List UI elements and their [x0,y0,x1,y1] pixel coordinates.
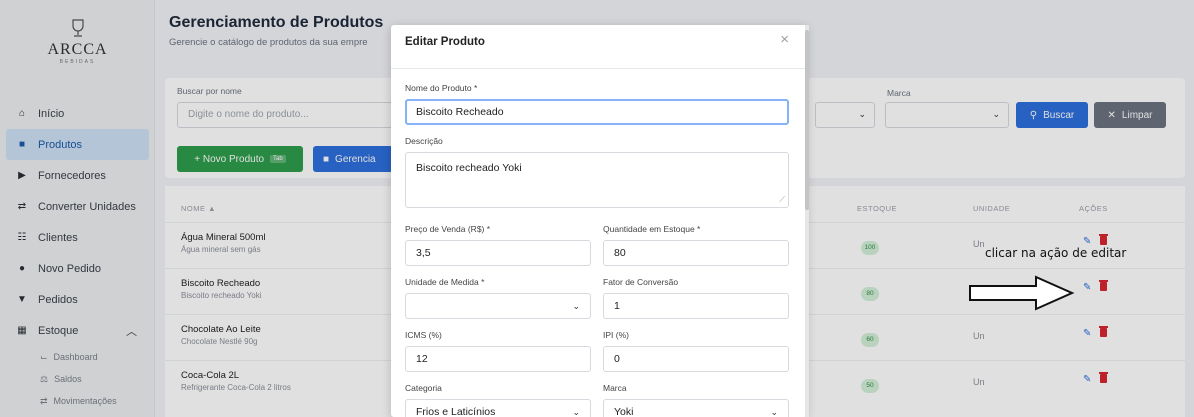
unit-select[interactable]: ⌄ [405,293,591,319]
category-label: Categoria [405,383,442,393]
modal-title: Editar Produto [405,36,485,48]
price-input[interactable]: 3,5 [405,240,591,266]
description-textarea[interactable]: Biscoito recheado Yoki ⟋ [405,152,789,208]
icms-label: ICMS (%) [405,330,442,340]
modal-header: Editar Produto × [391,25,807,69]
name-label: Nome do Produto * [405,83,478,93]
chevron-down-icon: ⌄ [770,407,778,417]
ipi-input[interactable]: 0 [603,346,789,372]
brand-select-modal[interactable]: Yoki ⌄ [603,399,789,417]
chevron-down-icon: ⌄ [572,407,580,417]
product-name-input[interactable]: Biscoito Recheado [405,99,789,125]
quantity-label: Quantidade em Estoque * [603,224,701,234]
factor-label: Fator de Conversão [603,277,679,287]
ipi-label: IPI (%) [603,330,629,340]
modal-scrollbar-thumb[interactable] [805,30,809,210]
annotation-arrow-icon [969,275,1075,311]
price-label: Preço de Venda (R$) * [405,224,491,234]
annotation-text: clicar na ação de editar [985,246,1127,260]
description-label: Descrição [405,136,443,146]
category-select[interactable]: Frios e Laticínios ⌄ [405,399,591,417]
brand-label: Marca [603,383,627,393]
description-value: Biscoito recheado Yoki [416,162,522,174]
category-select-value: Frios e Laticínios [416,406,496,417]
resize-handle-icon[interactable]: ⟋ [779,195,785,205]
edit-product-modal: Editar Produto × Nome do Produto * Bisco… [391,25,807,417]
conversion-factor-input[interactable]: 1 [603,293,789,319]
close-icon[interactable]: × [780,31,789,48]
brand-select-value: Yoki [614,406,634,417]
quantity-input[interactable]: 80 [603,240,789,266]
chevron-down-icon: ⌄ [572,301,580,311]
unit-label: Unidade de Medida * [405,277,485,287]
icms-input[interactable]: 12 [405,346,591,372]
